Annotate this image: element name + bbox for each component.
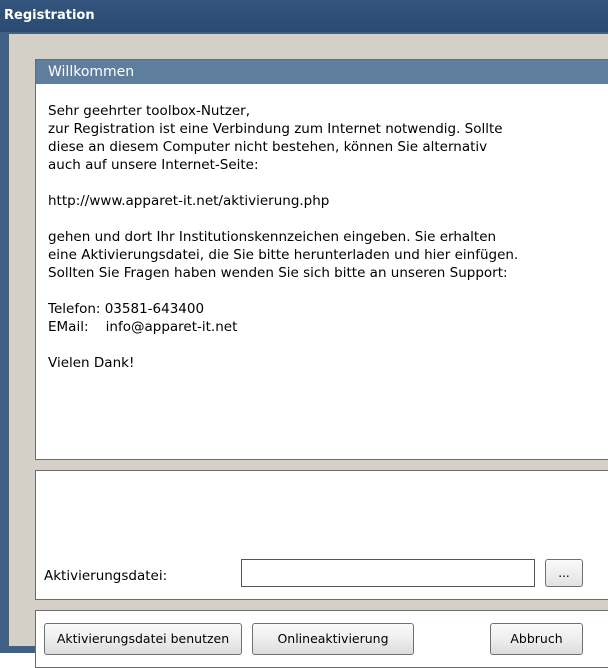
welcome-panel: Willkommen Sehr geehrter toolbox-Nutzer,… [35, 59, 608, 460]
welcome-line: eine Aktivierungsdatei, die Sie bitte he… [48, 247, 519, 263]
welcome-line: Sehr geehrter toolbox-Nutzer, [48, 103, 251, 119]
dialog-client-area: Willkommen Sehr geehrter toolbox-Nutzer,… [9, 34, 608, 668]
support-phone: Telefon: 03581-643400 [48, 301, 205, 317]
use-activation-file-button[interactable]: Aktivierungsdatei benutzen [44, 623, 242, 655]
support-email: EMail: info@apparet-it.net [48, 319, 238, 335]
activation-url: http://www.apparet-it.net/aktivierung.ph… [48, 193, 330, 209]
welcome-line: diese an diesem Computer nicht bestehen,… [48, 139, 488, 155]
browse-button[interactable]: ... [545, 559, 583, 587]
online-activation-button[interactable]: Onlineaktivierung [252, 623, 414, 655]
activation-file-label: Aktivierungsdatei: [44, 568, 168, 584]
welcome-line: zur Registration ist eine Verbindung zum… [48, 121, 503, 137]
activation-panel: Aktivierungsdatei: ... [35, 470, 608, 600]
welcome-line: auch auf unsere Internet-Seite: [48, 157, 259, 173]
welcome-message: Sehr geehrter toolbox-Nutzer, zur Regist… [48, 102, 601, 372]
button-panel: Aktivierungsdatei benutzen Onlineaktivie… [35, 610, 608, 668]
welcome-line: Sollten Sie Fragen haben wenden Sie sich… [48, 265, 508, 281]
welcome-header: Willkommen [36, 60, 608, 84]
welcome-line: gehen und dort Ihr Institutionskennzeich… [48, 229, 497, 245]
title-bar[interactable]: Registration [0, 0, 608, 32]
thanks-line: Vielen Dank! [48, 355, 135, 371]
cancel-button[interactable]: Abbruch [490, 623, 583, 655]
window-title: Registration [4, 8, 95, 23]
activation-file-input[interactable] [241, 559, 535, 587]
registration-window: Registration Willkommen Sehr geehrter to… [0, 0, 608, 668]
